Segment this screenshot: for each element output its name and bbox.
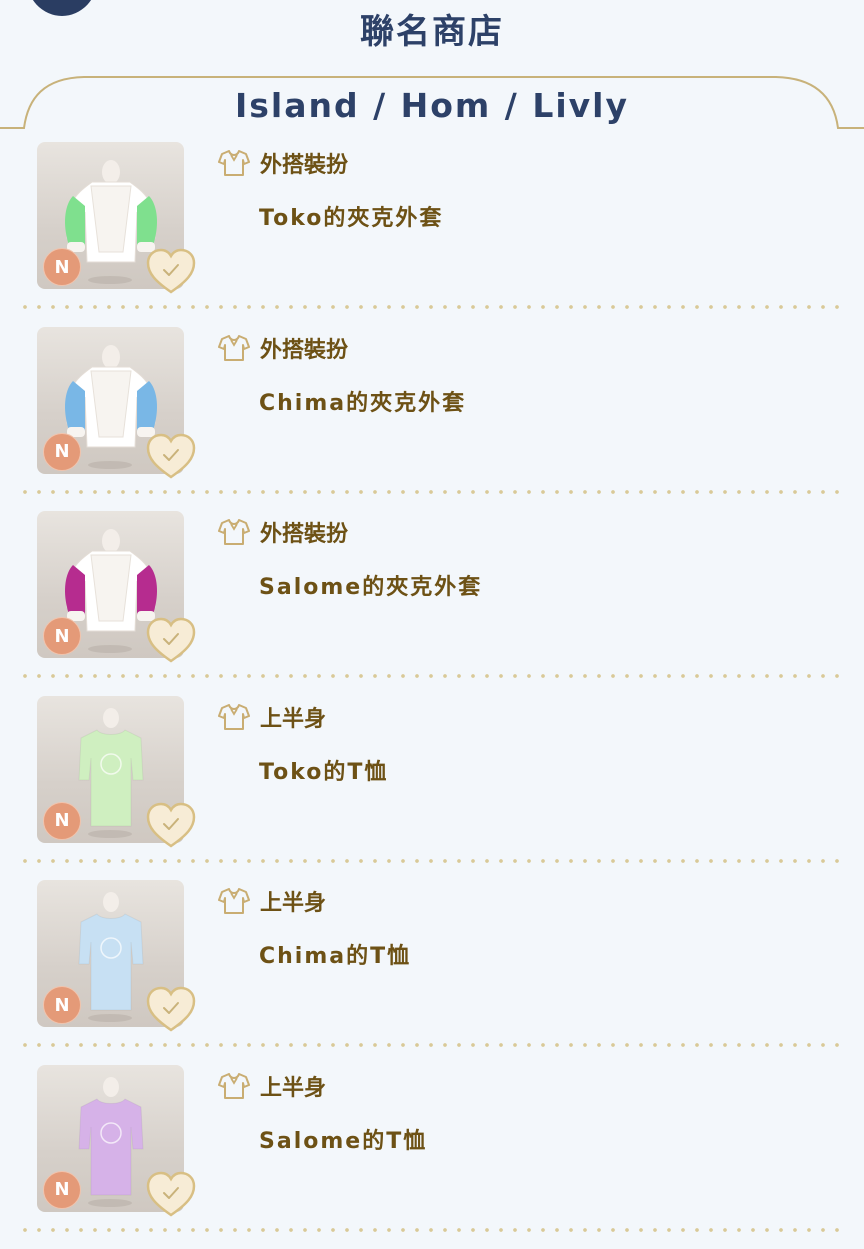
item-name: Chima的T恤 [259,938,411,970]
list-item[interactable]: N 外搭裝扮 Salome的夾克外套 [0,511,864,696]
item-category: 上半身 [218,700,326,734]
item-name: Toko的T恤 [259,754,388,786]
category-label: 上半身 [260,701,326,733]
shirt-outline-icon [218,703,250,731]
shirt-outline-icon [218,1072,250,1100]
heart-check-icon[interactable] [145,984,197,1034]
heart-check-icon[interactable] [145,615,197,665]
category-label: 外搭裝扮 [260,332,348,364]
item-thumbnail[interactable]: N [37,696,184,843]
item-thumbnail[interactable]: N [37,880,184,1027]
item-name: Toko的夾克外套 [259,200,443,232]
category-label: 上半身 [260,885,326,917]
dotted-separator [18,305,844,309]
heart-check-icon[interactable] [145,1169,197,1219]
category-label: 外搭裝扮 [260,516,348,548]
list-item[interactable]: N 外搭裝扮 Toko的夾克外套 [0,142,864,327]
dotted-separator [18,1043,844,1047]
item-thumbnail[interactable]: N [37,1065,184,1212]
category-label: 外搭裝扮 [260,147,348,179]
heart-check-icon[interactable] [145,800,197,850]
rarity-badge: N [43,986,81,1024]
dotted-separator [18,1228,844,1232]
rarity-badge: N [43,248,81,286]
item-category: 外搭裝扮 [218,331,348,365]
rarity-badge: N [43,802,81,840]
heart-check-icon[interactable] [145,246,197,296]
page-title: 聯名商店 [0,4,864,53]
section-subtitle: Island / Hom / Livly [0,86,864,125]
shirt-outline-icon [218,334,250,362]
list-item[interactable]: N 上半身 Toko的T恤 [0,696,864,881]
shirt-outline-icon [218,518,250,546]
list-item[interactable]: N 外搭裝扮 Chima的夾克外套 [0,327,864,512]
dotted-separator [18,674,844,678]
item-category: 上半身 [218,884,326,918]
dotted-separator [18,490,844,494]
item-category: 外搭裝扮 [218,146,348,180]
shirt-outline-icon [218,887,250,915]
rarity-badge: N [43,433,81,471]
item-thumbnail[interactable]: N [37,142,184,289]
item-list: N 外搭裝扮 Toko的夾克外套 N [0,142,864,1249]
category-label: 上半身 [260,1070,326,1102]
rarity-badge: N [43,617,81,655]
list-item[interactable]: N 上半身 Salome的T恤 [0,1065,864,1249]
item-name: Chima的夾克外套 [259,385,466,417]
item-name: Salome的夾克外套 [259,569,482,601]
item-name: Salome的T恤 [259,1123,427,1155]
dotted-separator [18,859,844,863]
item-category: 上半身 [218,1069,326,1103]
list-item[interactable]: N 上半身 Chima的T恤 [0,880,864,1065]
item-thumbnail[interactable]: N [37,511,184,658]
shirt-outline-icon [218,149,250,177]
item-category: 外搭裝扮 [218,515,348,549]
heart-check-icon[interactable] [145,431,197,481]
rarity-badge: N [43,1171,81,1209]
item-thumbnail[interactable]: N [37,327,184,474]
